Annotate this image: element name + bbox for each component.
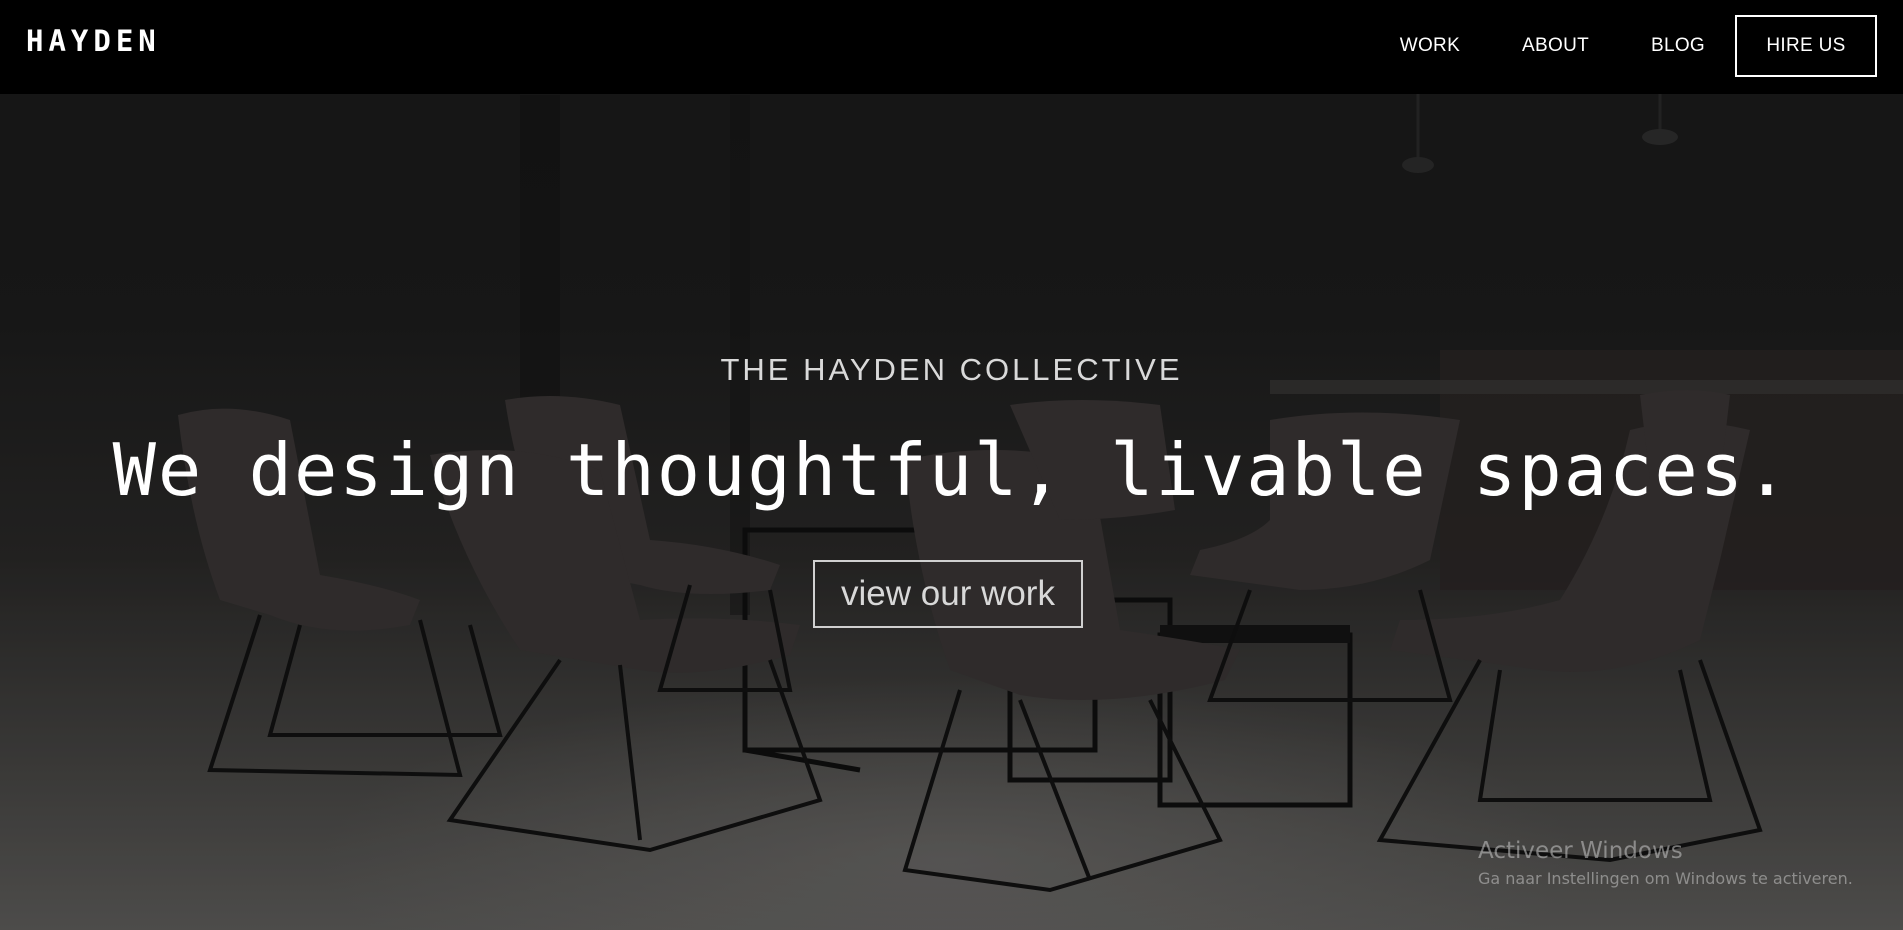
hero-eyebrow: THE HAYDEN COLLECTIVE: [720, 352, 1183, 387]
hire-us-button[interactable]: HIRE US: [1735, 15, 1877, 77]
nav-link-about[interactable]: ABOUT: [1522, 35, 1589, 57]
nav-link-blog[interactable]: BLOG: [1651, 35, 1705, 57]
watermark-title: Activeer Windows: [1478, 838, 1683, 864]
nav-links: WORK ABOUT BLOG HIRE US: [1400, 15, 1877, 77]
navbar: HAYDEN WORK ABOUT BLOG HIRE US: [0, 0, 1903, 94]
windows-activation-watermark: Activeer Windows Ga naar Instellingen om…: [1478, 836, 1853, 890]
brand-logo[interactable]: HAYDEN: [26, 24, 161, 58]
watermark-subtitle: Ga naar Instellingen om Windows te activ…: [1478, 869, 1853, 888]
hero-content: THE HAYDEN COLLECTIVE We design thoughtf…: [0, 0, 1903, 930]
view-work-button[interactable]: view our work: [813, 560, 1083, 628]
page: HAYDEN WORK ABOUT BLOG HIRE US THE HAYDE…: [0, 0, 1903, 930]
hero-headline: We design thoughtful, livable spaces.: [112, 428, 1791, 512]
nav-link-work[interactable]: WORK: [1400, 35, 1460, 57]
